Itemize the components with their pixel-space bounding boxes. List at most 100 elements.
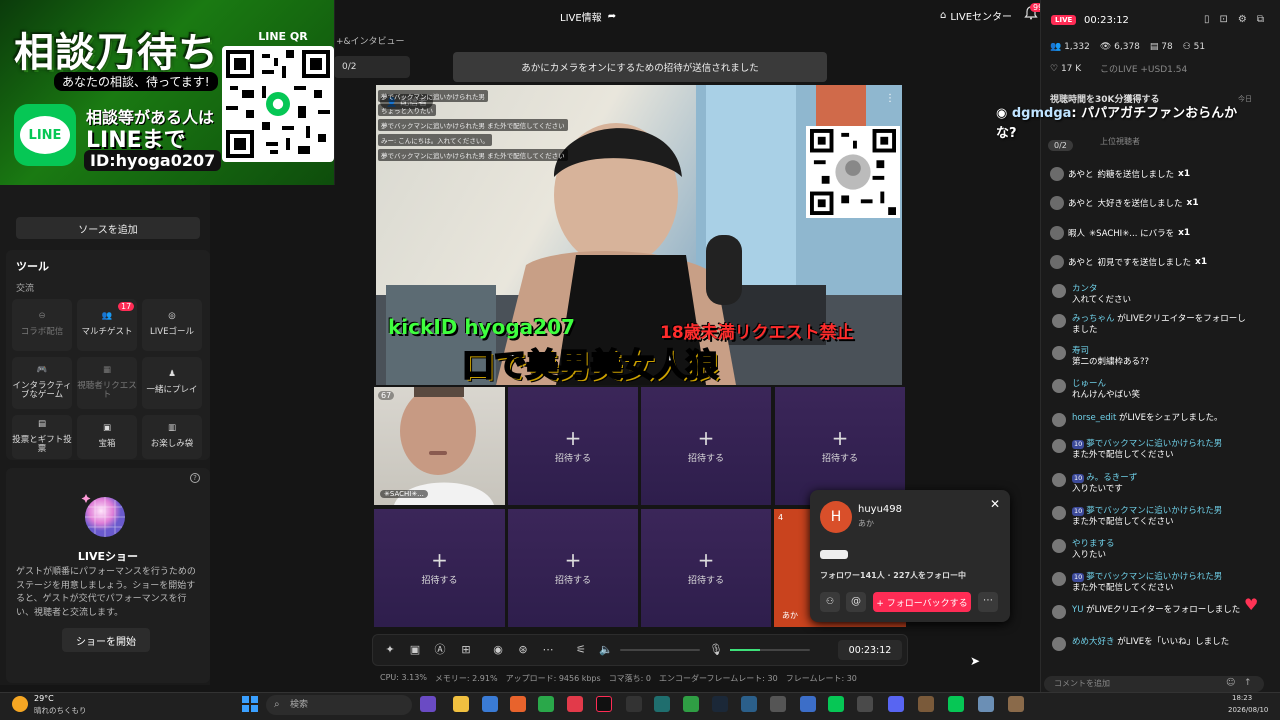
chat-message[interactable]: YU がLIVEクリエイターをフォローしました: [1052, 605, 1252, 619]
gift-row: あやと 初見ですを送信しました x1: [1050, 255, 1207, 269]
app-icon[interactable]: [770, 696, 786, 712]
level-badge: 10: [1072, 474, 1085, 483]
app-icon[interactable]: [654, 696, 670, 712]
video-chat-line: 夢でバックマンに追いかけられた男 また外で配信してください: [378, 149, 568, 161]
lock-icon[interactable]: ⊡: [1220, 14, 1228, 25]
tool-treasure-box[interactable]: ▣ 宝箱: [77, 415, 137, 459]
chat-message[interactable]: horse_edit がLIVEをシェアしました。: [1052, 413, 1252, 427]
app-icon[interactable]: [800, 696, 816, 712]
invite-slot[interactable]: + 招待する: [508, 509, 638, 627]
close-icon[interactable]: ✕: [990, 497, 1000, 511]
app-icon[interactable]: [567, 696, 583, 712]
browser-icon[interactable]: [510, 696, 526, 712]
invite-slot[interactable]: + 招待する: [374, 509, 505, 627]
chat-message[interactable]: 寿司 第二の刺繍枠ある??: [1052, 346, 1252, 369]
app-icon[interactable]: [626, 696, 642, 712]
tool-live-goal[interactable]: ◎ LIVEゴール: [142, 299, 202, 351]
chat-name: 寿司: [1072, 346, 1090, 356]
magic-wand-icon[interactable]: ✦: [382, 642, 398, 658]
avatar: [1052, 284, 1066, 298]
guest-video-1[interactable]: [374, 387, 505, 505]
chat-message[interactable]: じゅーん れんけんやばい笑: [1052, 379, 1252, 402]
taskbar-search[interactable]: 検索: [266, 695, 412, 715]
line-icon[interactable]: [828, 696, 844, 712]
share-icon[interactable]: ➦: [608, 11, 616, 22]
chat-message[interactable]: 10 夢でバックマンに追いかけられた男 また外で配信してください: [1052, 572, 1252, 595]
app-icon[interactable]: [482, 696, 498, 712]
app-icon[interactable]: [420, 696, 436, 712]
steam-icon[interactable]: [712, 696, 728, 712]
record-icon[interactable]: ◉: [490, 642, 506, 658]
tool-viewer-request[interactable]: ▦ 視聴者リクエスト: [77, 357, 137, 409]
help-icon[interactable]: ?: [190, 473, 200, 483]
ai-icon[interactable]: Ⓐ: [432, 642, 448, 658]
manage-icon[interactable]: ⚇: [820, 592, 840, 612]
chat-message[interactable]: カンタ 入れてください: [1052, 284, 1252, 307]
chat-text: がLIVEクリエイターをフォローしました: [1086, 605, 1241, 615]
tool-play-together[interactable]: ♟ 一緒にプレイ: [142, 357, 202, 409]
chat-message[interactable]: めめ大好き がLIVEを「いいね」しました: [1052, 637, 1252, 651]
gear-icon[interactable]: [978, 696, 994, 712]
mention-icon[interactable]: @: [846, 592, 866, 612]
plus-icon: +: [431, 547, 448, 572]
chat-message[interactable]: 10 夢でバックマンに追いかけられた男 また外で配信してください: [1052, 439, 1252, 462]
send-icon[interactable]: ↑: [1244, 678, 1252, 688]
popout-icon[interactable]: ⧉: [1257, 14, 1264, 25]
live-info-title[interactable]: LIVE情報 ➦: [560, 9, 616, 24]
mobile-icon[interactable]: ▯: [1204, 14, 1210, 25]
gift-text: ✳SACHI✳... にバラを: [1089, 229, 1175, 239]
invite-label: 招待する: [821, 453, 858, 464]
plus-icon: +: [697, 547, 715, 572]
add-source-button[interactable]: ソースを追加: [16, 217, 200, 239]
chat-message[interactable]: 10 夢でバックマンに追いかけられた男 また外で配信してください: [1052, 506, 1252, 529]
more-options-icon[interactable]: ⋮: [885, 93, 895, 104]
avatar[interactable]: H: [820, 501, 852, 533]
invite-slot[interactable]: + 招待する: [641, 509, 771, 627]
discord-icon[interactable]: [888, 696, 904, 712]
share-icon: [1052, 413, 1066, 427]
app-icon[interactable]: [857, 696, 873, 712]
follow-back-button[interactable]: + フォローバックする: [873, 592, 971, 612]
avatar: [1052, 379, 1066, 393]
invite-slot[interactable]: + 招待する: [641, 387, 771, 505]
line-icon[interactable]: [948, 696, 964, 712]
sticker-icon[interactable]: ⊞: [458, 642, 474, 658]
microphone-icon[interactable]: 🎙: [708, 642, 724, 658]
today-tag: 今日: [1238, 95, 1252, 103]
more-icon[interactable]: ⋯: [540, 642, 556, 658]
speaker-icon[interactable]: 🔈: [598, 642, 614, 658]
chat-message[interactable]: やりまする 入りたい: [1052, 539, 1252, 562]
mic-volume-slider[interactable]: [730, 649, 810, 651]
speaker-volume-slider[interactable]: [620, 649, 700, 651]
app-icon[interactable]: [741, 696, 757, 712]
chrome-icon[interactable]: [538, 696, 554, 712]
tool-poll-gift[interactable]: ▤ 投票とギフト投票: [12, 415, 72, 459]
layout-icon[interactable]: ▣: [407, 642, 423, 658]
tool-interactive-game[interactable]: 🎮 インタラクティブなゲーム: [12, 357, 72, 409]
chat-message[interactable]: 10 み。るきーず 入りたいです: [1052, 473, 1252, 496]
clock-date[interactable]: 2026/08/10: [1228, 706, 1268, 714]
start-show-button[interactable]: ショーを開始: [62, 628, 150, 652]
tiktok-icon[interactable]: [596, 696, 612, 712]
app-icon[interactable]: [1008, 696, 1024, 712]
live-center-button[interactable]: ⌂ LIVEセンター: [940, 8, 1012, 23]
gift-goal-tag[interactable]: 0/2: [334, 56, 410, 78]
tool-lucky-bag[interactable]: ▥ お楽しみ袋: [142, 415, 202, 459]
app-icon[interactable]: [683, 696, 699, 712]
promo-subtitle: あなたの相談、待ってます!: [54, 72, 218, 91]
stat-views: 👁 6,378: [1099, 42, 1140, 52]
invite-slot[interactable]: + 招待する: [775, 387, 905, 505]
invite-slot[interactable]: + 招待する: [508, 387, 638, 505]
folder-icon[interactable]: [453, 696, 469, 712]
windows-start-icon[interactable]: [242, 696, 258, 712]
settings-sliders-icon[interactable]: ⚟: [573, 642, 589, 658]
camera-switch-icon[interactable]: ⊛: [515, 642, 531, 658]
app-icon[interactable]: [918, 696, 934, 712]
gear-icon[interactable]: ⚙: [1238, 14, 1247, 25]
stat-gifts-value: 78: [1161, 42, 1173, 52]
chat-message[interactable]: みっちゃん がLIVEクリエイターをフォローしました: [1052, 314, 1252, 337]
tool-collab[interactable]: ⊖ コラボ配信: [12, 299, 72, 351]
more-icon[interactable]: ⋯: [978, 592, 998, 612]
emoji-icon[interactable]: ☺: [1226, 678, 1235, 688]
clock-time[interactable]: 18:23: [1232, 694, 1252, 702]
